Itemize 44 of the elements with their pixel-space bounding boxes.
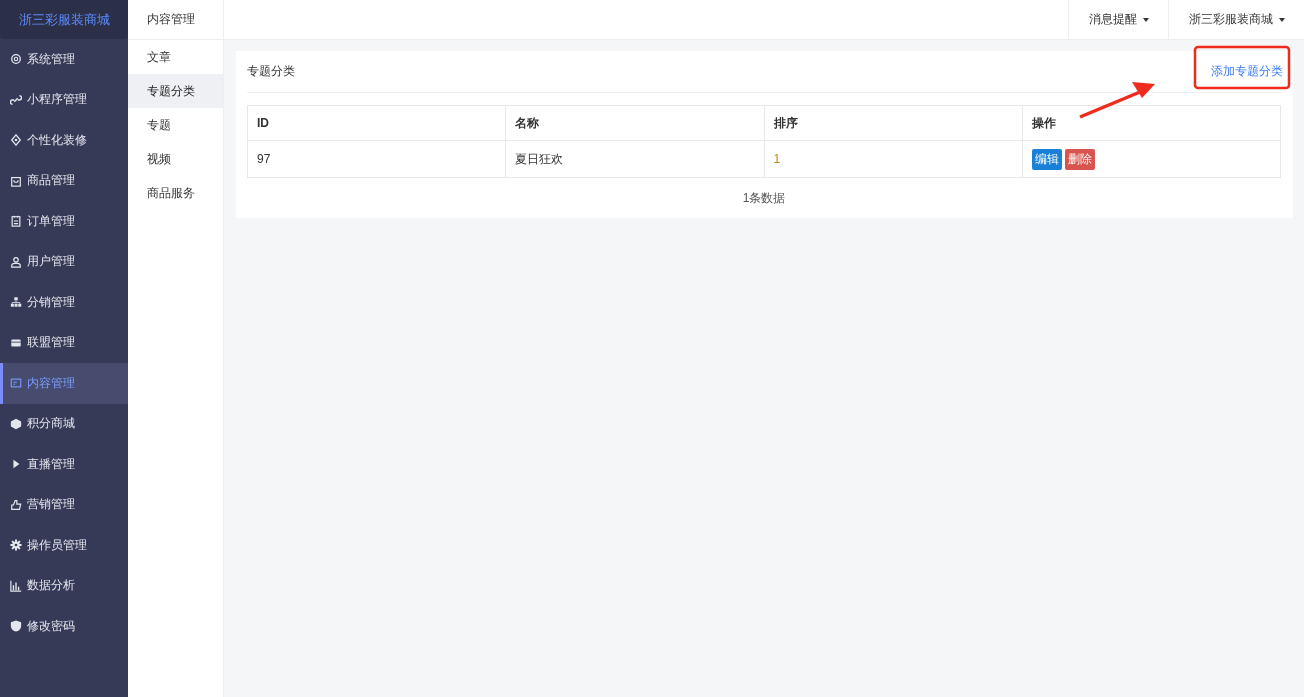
chart-icon (10, 579, 22, 592)
card-icon (10, 377, 22, 390)
sidebar-item[interactable]: 操作员管理 (0, 525, 128, 566)
column-header: 排序 (764, 105, 1023, 141)
clipboard-icon (10, 215, 22, 228)
add-link[interactable]: 添加专题分类 (1211, 63, 1283, 80)
shield-icon (10, 620, 22, 633)
table-cell: 夏日狂欢 (505, 140, 764, 178)
column-header: 操作 (1022, 105, 1281, 141)
sidebar-item[interactable]: 修改密码 (0, 606, 128, 647)
gear-icon (10, 53, 22, 66)
sidebar-item[interactable]: 个性化装修 (0, 120, 128, 161)
sidebar-item[interactable]: 小程序管理 (0, 79, 128, 120)
caret-icon (1279, 17, 1285, 22)
sidebar-item[interactable]: 系统管理 (0, 39, 128, 80)
sidebar-item[interactable]: 积分商城 (0, 403, 128, 444)
sidebar-item[interactable]: 联盟管理 (0, 322, 128, 363)
sidebar-item[interactable]: 用户管理 (0, 241, 128, 282)
column-header: ID (247, 105, 506, 141)
cube-icon (10, 417, 22, 430)
sidebar-item[interactable]: 直播管理 (0, 444, 128, 485)
cog-icon (10, 539, 22, 552)
tree-icon (10, 296, 22, 309)
delete-button[interactable]: 删除 (1064, 148, 1095, 170)
record-count: 1条数据 (741, 190, 787, 207)
panel-title: 专题分类 (247, 63, 295, 80)
user-icon (10, 255, 22, 268)
play-icon (10, 458, 22, 471)
column-header: 名称 (505, 105, 764, 141)
hand-icon (10, 498, 22, 511)
link-icon (10, 93, 22, 106)
sidebar-item[interactable]: 订单管理 (0, 201, 128, 242)
sidebar-item[interactable]: 分销管理 (0, 282, 128, 323)
brand-title: 浙三彩服装商城 (0, 0, 128, 39)
bag-icon (10, 174, 22, 187)
diamond-icon (10, 134, 22, 147)
sidebar-item[interactable]: 数据分析 (0, 565, 128, 606)
edit-button[interactable]: 编辑 (1031, 148, 1062, 170)
subnav-item[interactable]: 专题分类 (128, 74, 223, 108)
caret-icon (1143, 17, 1149, 22)
table-cell: 97 (247, 140, 506, 178)
sidebar-item[interactable]: 商品管理 (0, 160, 128, 201)
sidebar-item[interactable]: 营销管理 (0, 484, 128, 525)
table-cell: 1 (764, 140, 1023, 178)
